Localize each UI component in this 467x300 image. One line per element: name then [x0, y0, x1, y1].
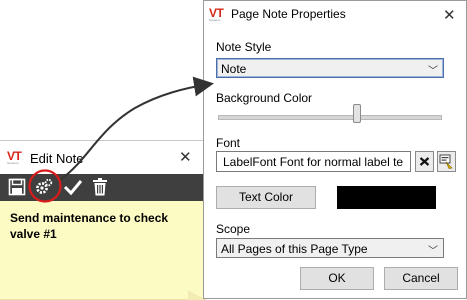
pointer-arrow — [59, 76, 214, 181]
annotation-overlay — [28, 76, 214, 203]
highlight-circle — [28, 169, 62, 203]
